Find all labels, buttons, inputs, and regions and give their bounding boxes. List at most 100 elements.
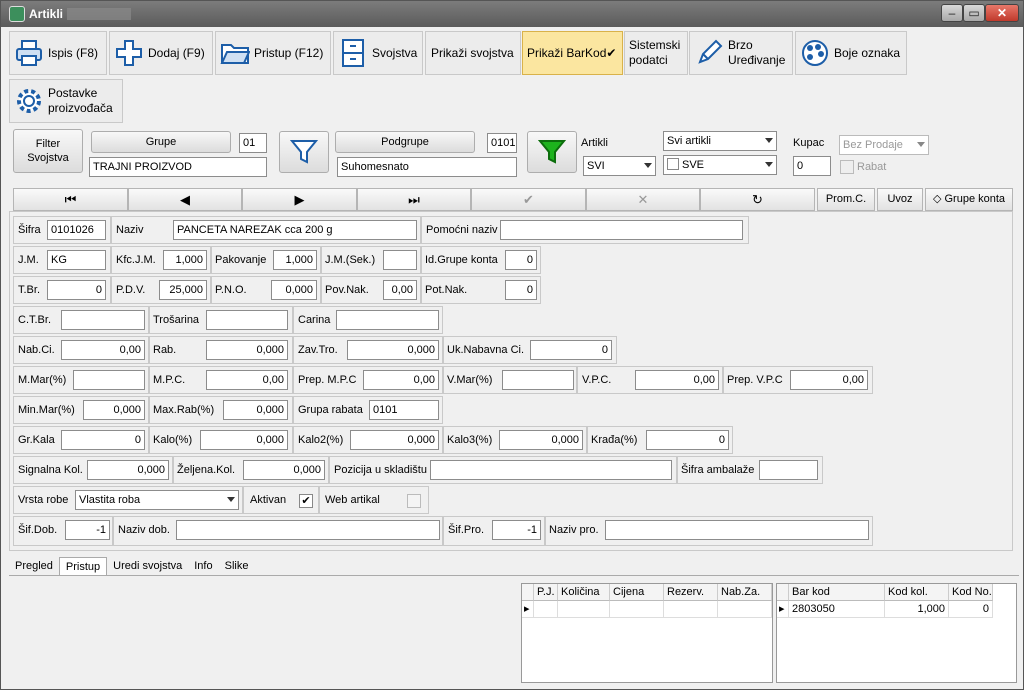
web-checkbox[interactable] — [407, 494, 421, 508]
grid2-header[interactable]: Kod No. — [949, 584, 993, 601]
uvoz-button[interactable]: Uvoz — [877, 188, 923, 211]
table-cell[interactable]: 2803050 — [789, 601, 885, 618]
tab-slike[interactable]: Slike — [219, 557, 255, 575]
aktivan-checkbox[interactable]: ✔ — [299, 494, 313, 508]
stock-grid[interactable]: P.J. Količina Cijena Rezerv. Nab.Za. ▸ — [521, 583, 773, 683]
svi-artikli-select[interactable]: Svi artikli — [663, 131, 777, 151]
carina-field[interactable] — [336, 310, 439, 330]
grid1-header[interactable]: Količina — [558, 584, 610, 601]
prepvpc-field[interactable]: 0,00 — [790, 370, 868, 390]
postavke-proizvodaca-button[interactable]: Postavke proizvođača — [9, 79, 123, 123]
prev-record-button[interactable]: ◀ — [128, 188, 242, 211]
table-cell[interactable]: 0 — [949, 601, 993, 618]
vmar-field[interactable] — [502, 370, 574, 390]
tab-uredi-svojstva[interactable]: Uredi svojstva — [107, 557, 188, 575]
podgrupe-button[interactable]: Podgrupe — [335, 131, 475, 153]
vpc-field[interactable]: 0,00 — [635, 370, 719, 390]
bez-prodaje-select[interactable]: Bez Prodaje — [839, 135, 929, 155]
potnak-field[interactable]: 0 — [505, 280, 537, 300]
zavtro-field[interactable]: 0,000 — [347, 340, 439, 360]
maxrab-field[interactable]: 0,000 — [223, 400, 288, 420]
nazivdob-field[interactable] — [176, 520, 440, 540]
pozicija-field[interactable] — [430, 460, 672, 480]
sifdob-field[interactable]: -1 — [65, 520, 110, 540]
pno-field[interactable]: 0,000 — [271, 280, 317, 300]
vrsta-robe-select[interactable]: Vlastita roba — [75, 490, 239, 510]
table-cell[interactable] — [718, 601, 772, 618]
grupe-code-field[interactable]: 01 — [239, 133, 267, 153]
trosarina-field[interactable] — [206, 310, 288, 330]
kfcjm-field[interactable]: 1,000 — [163, 250, 207, 270]
last-record-button[interactable]: ⏭ — [357, 188, 471, 211]
sve-select[interactable]: SVE — [663, 155, 777, 175]
uknab-field[interactable]: 0 — [530, 340, 612, 360]
grid1-header[interactable]: P.J. — [534, 584, 558, 601]
grupe-button[interactable]: Grupe — [91, 131, 231, 153]
gruparab-field[interactable]: 0101 — [369, 400, 439, 420]
grupe-name-field[interactable]: TRAJNI PROIZVOD — [89, 157, 267, 177]
povnak-field[interactable]: 0,00 — [383, 280, 417, 300]
artikli-select[interactable]: SVI — [583, 156, 656, 176]
mpc-field[interactable]: 0,00 — [206, 370, 288, 390]
sifamb-field[interactable] — [759, 460, 818, 480]
podgrupe-name-field[interactable]: Suhomesnato — [337, 157, 517, 177]
grid1-header[interactable]: Nab.Za. — [718, 584, 772, 601]
pomocni-field[interactable] — [500, 220, 743, 240]
table-cell[interactable] — [534, 601, 558, 618]
pristup-button[interactable]: Pristup (F12) — [215, 31, 331, 75]
table-cell[interactable] — [610, 601, 664, 618]
mmar-field[interactable] — [73, 370, 145, 390]
confirm-button[interactable]: ✔ — [471, 188, 586, 211]
prepmpc-field[interactable]: 0,00 — [363, 370, 439, 390]
jmsek-field[interactable] — [383, 250, 417, 270]
kalo2-field[interactable]: 0,000 — [350, 430, 439, 450]
signalna-field[interactable]: 0,000 — [87, 460, 169, 480]
jm-field[interactable]: KG — [47, 250, 106, 270]
tab-pristup[interactable]: Pristup — [58, 557, 108, 575]
brzo-uredivanje-button[interactable]: Brzo Uređivanje — [689, 31, 793, 75]
close-button[interactable]: ✕ — [985, 4, 1019, 22]
first-record-button[interactable]: ⏮ — [13, 188, 128, 211]
minimize-button[interactable]: – — [941, 4, 963, 22]
ctbr-field[interactable] — [61, 310, 145, 330]
kalo-field[interactable]: 0,000 — [200, 430, 288, 450]
barcode-grid[interactable]: Bar kod Kod kol. Kod No. ▸ 2803050 1,000… — [776, 583, 1017, 683]
tab-info[interactable]: Info — [188, 557, 218, 575]
nazivpro-field[interactable] — [605, 520, 869, 540]
kalo3-field[interactable]: 0,000 — [499, 430, 583, 450]
pdv-field[interactable]: 25,000 — [159, 280, 207, 300]
sifpro-field[interactable]: -1 — [492, 520, 541, 540]
boje-oznaka-button[interactable]: Boje oznaka — [795, 31, 907, 75]
sifra-field[interactable]: 0101026 — [47, 220, 106, 240]
grupe-konta-button[interactable]: ◇ Grupe konta — [925, 188, 1013, 211]
pakovanje-field[interactable]: 1,000 — [273, 250, 317, 270]
prikazi-barkod-button[interactable]: Prikaži BarKod ✔ — [522, 31, 623, 75]
minmar-field[interactable]: 0,000 — [83, 400, 145, 420]
maximize-button[interactable]: ▭ — [963, 4, 985, 22]
tab-pregled[interactable]: Pregled — [9, 557, 59, 575]
podgrupe-code-field[interactable]: 0101 — [487, 133, 517, 153]
svojstva-button[interactable]: Svojstva — [333, 31, 423, 75]
tbr-field[interactable]: 0 — [47, 280, 106, 300]
sistemski-podatci-button[interactable]: Sistemski podatci — [624, 31, 688, 75]
title-bar[interactable]: Artikli – ▭ ✕ — [1, 1, 1023, 27]
grid2-header[interactable]: Bar kod — [789, 584, 885, 601]
filter-svojstva-button[interactable]: Filter Svojstva — [13, 129, 83, 173]
rab-field[interactable]: 0,000 — [206, 340, 288, 360]
table-cell[interactable] — [558, 601, 610, 618]
grid2-header[interactable]: Kod kol. — [885, 584, 949, 601]
podgrupe-filter-button[interactable] — [527, 131, 577, 173]
grid1-header[interactable]: Cijena — [610, 584, 664, 601]
grid1-header[interactable]: Rezerv. — [664, 584, 718, 601]
next-record-button[interactable]: ▶ — [242, 188, 357, 211]
dodaj-button[interactable]: Dodaj (F9) — [109, 31, 213, 75]
zeljena-field[interactable]: 0,000 — [243, 460, 325, 480]
table-cell[interactable]: 1,000 — [885, 601, 949, 618]
rabat-checkbox[interactable] — [840, 160, 854, 174]
naziv-field[interactable]: PANCETA NAREZAK cca 200 g — [173, 220, 417, 240]
prikazi-svojstva-button[interactable]: Prikaži svojstva — [425, 31, 521, 75]
promc-button[interactable]: Prom.C. — [817, 188, 875, 211]
grkala-field[interactable]: 0 — [61, 430, 145, 450]
idgrupe-field[interactable]: 0 — [505, 250, 537, 270]
ispis-button[interactable]: Ispis (F8) — [9, 31, 107, 75]
